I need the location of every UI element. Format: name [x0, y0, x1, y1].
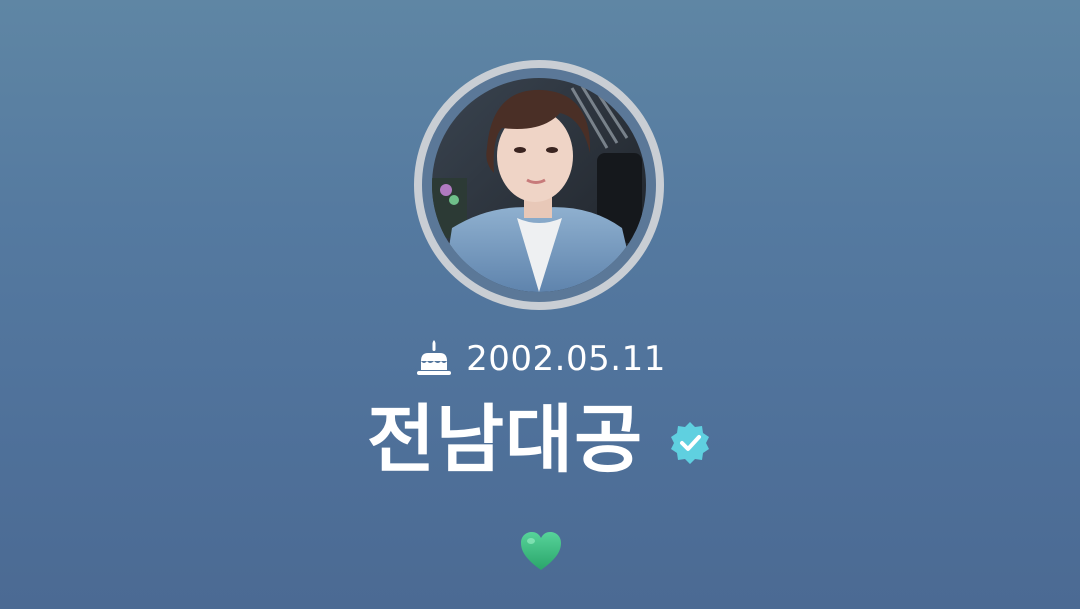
birthday-date: 2002.05.11	[466, 339, 666, 379]
profile-screen: 2002.05.11 전남대공	[0, 0, 1080, 609]
profile-name[interactable]: 전남대공	[367, 394, 643, 486]
green-heart-icon[interactable]	[519, 530, 563, 572]
profile-photo-image	[432, 78, 646, 292]
profile-avatar[interactable]	[414, 60, 664, 310]
birthday-row: 2002.05.11	[0, 336, 1080, 382]
name-row: 전남대공	[0, 394, 1080, 486]
cake-icon	[417, 340, 452, 375]
verified-badge-icon[interactable]	[667, 420, 713, 466]
profile-photo	[432, 78, 646, 292]
